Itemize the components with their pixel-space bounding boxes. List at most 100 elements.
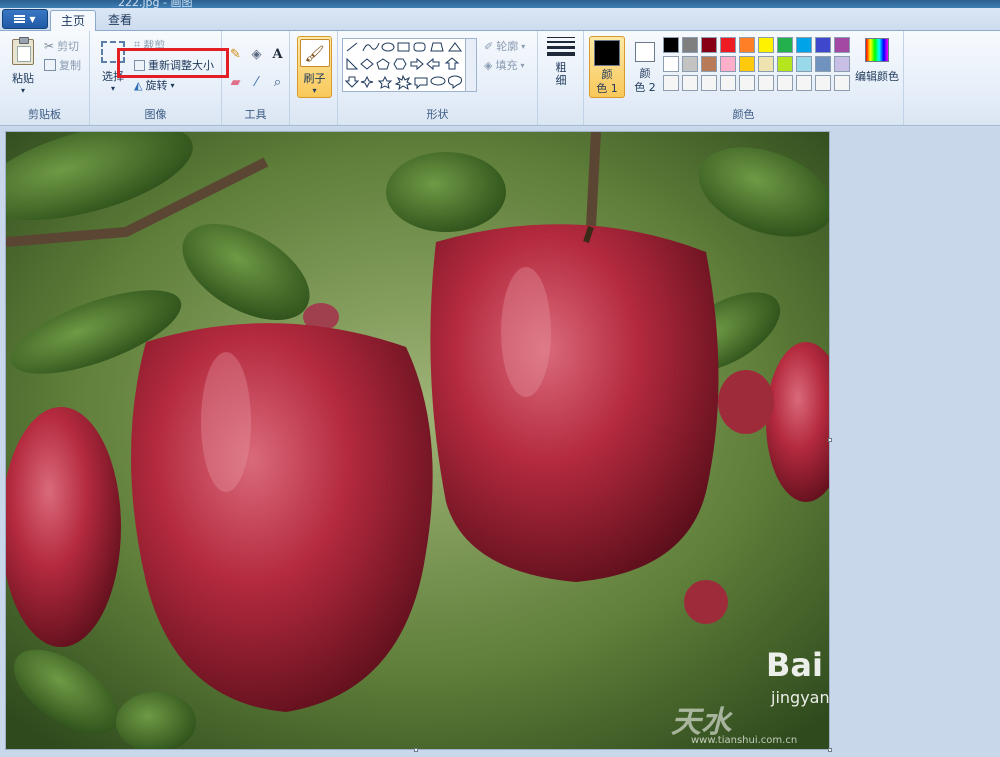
palette-swatch[interactable] (701, 56, 717, 72)
cut-label: 剪切 (57, 40, 80, 53)
menu-icon (14, 15, 26, 23)
window-title: 222.jpg - 画图 (118, 0, 193, 8)
brushes-group (290, 31, 338, 125)
palette-swatch[interactable] (758, 75, 774, 91)
palette-swatch[interactable] (777, 56, 793, 72)
edit-colors-label: 编辑颜色 (855, 70, 899, 83)
palette-swatch[interactable] (720, 56, 736, 72)
line-width-icon (547, 37, 575, 59)
palette-swatch[interactable] (815, 37, 831, 53)
title-bar: 222.jpg - 画图 (0, 0, 1000, 8)
fill-label: 填充 (495, 59, 518, 72)
color1-swatch (594, 40, 620, 66)
colors-group-label: 颜色 (732, 108, 755, 121)
canvas-workspace: Bai 经验 jingyan.baidu.com 天水 www.tianshui… (0, 127, 1000, 757)
magnifier-icon[interactable]: ⌕ (268, 73, 287, 92)
palette-swatch[interactable] (682, 56, 698, 72)
tools-group: ✎ ◈ A ▰ ⁄ ⌕ 工具 (222, 31, 290, 125)
palette-swatch[interactable] (796, 37, 812, 53)
app-menu-button[interactable]: ▼ (2, 9, 48, 29)
clipboard-group-label: 剪贴板 (28, 108, 61, 121)
palette-swatch[interactable] (777, 37, 793, 53)
palette-swatch[interactable] (758, 56, 774, 72)
rotate-label: 旋转 (145, 79, 168, 92)
image-canvas[interactable]: Bai 经验 jingyan.baidu.com 天水 www.tianshui… (5, 131, 830, 750)
ribbon-tab-row: ▼ 主页 查看 (0, 8, 1000, 32)
image-group-label: 图像 (144, 108, 167, 121)
palette-swatch[interactable] (739, 75, 755, 91)
palette-swatch[interactable] (834, 75, 850, 91)
shapes-gallery-icons (345, 42, 462, 91)
palette-swatch[interactable] (739, 56, 755, 72)
resize-handle-bottom[interactable] (414, 748, 418, 752)
palette-swatch[interactable] (815, 56, 831, 72)
palette-swatch[interactable] (834, 56, 850, 72)
outline-icon: ✐ (484, 39, 494, 53)
image-group: 选择 ▾ ⌗ 裁剪 重新调整大小 ◭ 旋转 ▾ 图像 (90, 31, 222, 125)
clipboard-icon (12, 37, 34, 65)
rotate-icon: ◭ (134, 78, 143, 92)
edit-colors-button[interactable]: 编辑颜色 (855, 38, 899, 84)
apple-photo (6, 132, 829, 749)
palette-swatch[interactable] (701, 37, 717, 53)
chevron-down-icon: ▼ (29, 14, 36, 24)
scissors-icon: ✂ (44, 39, 55, 53)
palette-swatch[interactable] (815, 75, 831, 91)
copy-icon (44, 59, 56, 71)
watermark-tianshui-url: www.tianshui.com.cn (691, 735, 798, 746)
tab-home[interactable]: 主页 (50, 10, 97, 32)
color2-swatch (635, 42, 655, 62)
outline-button[interactable]: ✐ 轮廓 ▾ (484, 38, 525, 54)
palette-swatch[interactable] (663, 37, 679, 53)
color1-label-line2: 色 1 (596, 82, 618, 95)
color1-button[interactable]: 颜 色 1 (589, 36, 625, 98)
paste-button[interactable]: 粘贴 ▾ (8, 37, 38, 95)
resize-handle-corner[interactable] (828, 748, 832, 752)
palette-swatch[interactable] (720, 37, 736, 53)
size-label-line1: 粗 (555, 61, 567, 74)
color-spectrum-icon (865, 38, 889, 62)
palette-swatch[interactable] (834, 37, 850, 53)
rotate-button[interactable]: ◭ 旋转 ▾ (134, 77, 174, 93)
text-icon[interactable]: A (268, 45, 287, 64)
resize-highlight-box (117, 48, 229, 78)
watermark-site: jingyan.baidu.com (771, 688, 830, 707)
shapes-gallery[interactable] (342, 38, 466, 92)
palette-swatch[interactable] (682, 37, 698, 53)
shapes-group-label: 形状 (426, 108, 449, 121)
clipboard-group: 粘贴 ▾ ✂ 剪切 复制 剪贴板 (0, 31, 90, 125)
fill-button[interactable]: ◈ 填充 ▾ (484, 57, 524, 73)
tools-group-label: 工具 (244, 108, 267, 121)
cut-button[interactable]: ✂ 剪切 (44, 38, 79, 54)
color2-label-line1: 颜 (639, 67, 651, 80)
color2-button[interactable]: 颜 色 2 (627, 36, 663, 98)
color-palette (663, 37, 850, 91)
chevron-down-icon: ▾ (170, 80, 175, 90)
size-button[interactable]: 粗 细 (545, 37, 577, 87)
copy-button[interactable]: 复制 (44, 57, 81, 73)
palette-swatch[interactable] (701, 75, 717, 91)
resize-handle-right[interactable] (828, 438, 832, 442)
palette-swatch[interactable] (663, 56, 679, 72)
palette-swatch[interactable] (682, 75, 698, 91)
shapes-gallery-scrollbar[interactable] (466, 38, 477, 92)
outline-label: 轮廓 (496, 40, 519, 53)
palette-swatch[interactable] (720, 75, 736, 91)
chevron-down-icon: ▾ (20, 86, 25, 95)
fill-bucket-icon[interactable]: ◈ (247, 45, 266, 64)
palette-swatch[interactable] (777, 75, 793, 91)
palette-swatch[interactable] (739, 37, 755, 53)
watermark-brand: Bai (766, 646, 823, 684)
copy-label: 复制 (59, 59, 81, 72)
palette-swatch[interactable] (758, 37, 774, 53)
color2-label-line2: 色 2 (634, 81, 656, 94)
paste-label: 粘贴 (12, 72, 34, 85)
ribbon: 粘贴 ▾ ✂ 剪切 复制 剪贴板 选择 ▾ ⌗ 裁剪 重新调整大小 ◭ 旋转 ▾… (0, 31, 1000, 126)
palette-swatch[interactable] (796, 75, 812, 91)
tab-view[interactable]: 查看 (98, 10, 142, 32)
palette-swatch[interactable] (663, 75, 679, 91)
color1-label-line1: 颜 (601, 68, 613, 81)
color-picker-icon[interactable]: ⁄ (247, 73, 266, 92)
chevron-down-icon: ▾ (520, 60, 525, 70)
palette-swatch[interactable] (796, 56, 812, 72)
